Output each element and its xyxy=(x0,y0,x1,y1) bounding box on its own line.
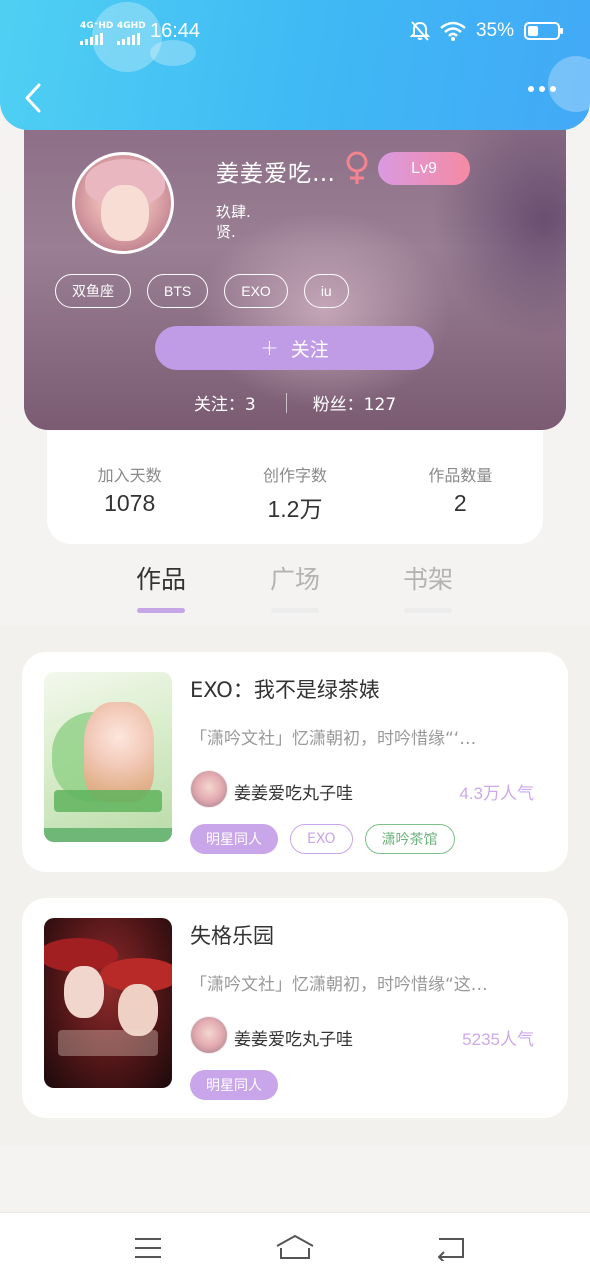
system-nav-bar xyxy=(0,1212,590,1280)
book-cover[interactable] xyxy=(44,918,172,1088)
tab-label: 作品 xyxy=(135,565,186,594)
stat-join-days: 加入天数 1078 xyxy=(47,428,212,544)
profile-avatar[interactable] xyxy=(72,152,174,254)
stat-label: 创作字数 xyxy=(262,466,327,485)
book-cover[interactable] xyxy=(44,672,172,842)
profile-card: 姜姜爱吃… Lv9 玖肆. 贤. 双鱼座 BTS EXO iu + 关注 关注：… xyxy=(24,100,566,430)
level-badge: Lv9 xyxy=(378,152,470,185)
more-options-button[interactable] xyxy=(528,86,556,92)
signal-icon: 4GHD xyxy=(117,22,146,45)
wifi-icon xyxy=(440,21,466,41)
menu-button[interactable] xyxy=(128,1233,168,1263)
chevron-left-icon xyxy=(25,83,41,113)
tab-indicator xyxy=(137,608,185,613)
work-card[interactable]: EXO：我不是绿茶婊 「潇吟文社」忆潇朝初，时吟惜缘“‘… 姜姜爱吃丸子哇 4.… xyxy=(22,652,568,872)
profile-username: 姜姜爱吃… xyxy=(216,161,336,187)
author-avatar[interactable] xyxy=(190,770,228,808)
tab-bookshelf[interactable]: 书架 xyxy=(388,560,468,613)
stat-works-count: 作品数量 2 xyxy=(378,428,543,544)
profile-tags: 双鱼座 BTS EXO iu xyxy=(55,274,349,308)
profile-tag[interactable]: iu xyxy=(303,274,349,308)
work-tags: 明星同人 xyxy=(190,1070,278,1100)
author-avatar[interactable] xyxy=(190,1016,228,1054)
female-gender-icon xyxy=(346,151,368,184)
bio-line: 玖肆. xyxy=(216,203,251,221)
menu-icon xyxy=(135,1238,161,1258)
tab-indicator xyxy=(271,608,319,613)
work-tag[interactable]: 明星同人 xyxy=(190,1070,278,1100)
work-card[interactable]: 失格乐园 「潇吟文社」忆潇朝初，时吟惜缘“这… 姜姜爱吃丸子哇 5235人气 明… xyxy=(22,898,568,1118)
work-tags: 明星同人 EXO 潇吟茶馆 xyxy=(190,824,455,854)
popularity-count: 4.3万人气 xyxy=(459,784,534,803)
author-name[interactable]: 姜姜爱吃丸子哇 xyxy=(234,779,353,804)
work-title[interactable]: EXO：我不是绿茶婊 xyxy=(190,674,380,704)
stat-label: 作品数量 xyxy=(428,466,493,485)
stat-word-count: 创作字数 1.2万 xyxy=(212,428,377,544)
profile-tag[interactable]: BTS xyxy=(147,274,209,308)
plus-icon: + xyxy=(260,335,279,361)
stat-value: 1078 xyxy=(104,490,156,516)
followers-count[interactable]: 粉丝：127 xyxy=(313,390,396,415)
back-button[interactable] xyxy=(18,78,48,118)
tab-square[interactable]: 广场 xyxy=(255,560,335,613)
back-nav-button[interactable] xyxy=(430,1233,470,1263)
work-description: 「潇吟文社」忆潇朝初，时吟惜缘“‘… xyxy=(190,729,477,749)
profile-tag[interactable]: 双鱼座 xyxy=(55,274,131,308)
header-bar: 4G⁺HD 4GHD 16:44 35% xyxy=(0,0,590,130)
profile-tag[interactable]: EXO xyxy=(224,274,288,308)
battery-icon xyxy=(524,22,563,40)
popularity-count: 5235人气 xyxy=(462,1030,534,1049)
stat-value: 2 xyxy=(453,490,467,516)
divider xyxy=(285,392,287,413)
work-title[interactable]: 失格乐园 xyxy=(190,920,274,950)
home-icon xyxy=(276,1235,314,1259)
following-count[interactable]: 关注：3 xyxy=(194,390,256,415)
tab-works[interactable]: 作品 xyxy=(121,560,201,613)
bio-line: 贤. xyxy=(216,223,236,241)
signal-label: 4G⁺HD xyxy=(80,21,114,31)
battery-percent: 35% xyxy=(475,20,514,41)
work-description: 「潇吟文社」忆潇朝初，时吟惜缘“这… xyxy=(190,975,488,995)
tab-label: 广场 xyxy=(269,565,320,594)
tab-bar: 作品 广场 书架 xyxy=(0,560,590,626)
mute-bell-icon xyxy=(409,21,430,41)
author-name[interactable]: 姜姜爱吃丸子哇 xyxy=(234,1025,353,1050)
home-button[interactable] xyxy=(275,1233,315,1263)
status-bar: 4G⁺HD 4GHD 16:44 35% xyxy=(0,14,590,54)
work-tag[interactable]: 潇吟茶馆 xyxy=(364,824,455,854)
signal-icon: 4G⁺HD xyxy=(80,22,113,45)
profile-bio: 玖肆. 贤. xyxy=(216,202,251,242)
stat-value: 1.2万 xyxy=(267,496,323,522)
follow-button-label: 关注 xyxy=(290,338,329,361)
decor-bubble xyxy=(548,56,590,112)
return-icon xyxy=(437,1238,464,1261)
tab-label: 书架 xyxy=(402,565,453,594)
stat-label: 加入天数 xyxy=(97,466,162,485)
stats-card: 加入天数 1078 创作字数 1.2万 作品数量 2 xyxy=(47,428,543,544)
status-icons: 35% xyxy=(409,20,563,42)
signal-label: 4GHD xyxy=(117,21,146,31)
follow-stats: 关注：3 粉丝：127 xyxy=(24,390,566,415)
follow-button[interactable]: + 关注 xyxy=(155,326,434,370)
clock: 16:44 xyxy=(150,20,201,42)
work-tag[interactable]: 明星同人 xyxy=(190,824,278,854)
work-tag[interactable]: EXO xyxy=(290,824,353,854)
tab-indicator xyxy=(404,608,452,613)
